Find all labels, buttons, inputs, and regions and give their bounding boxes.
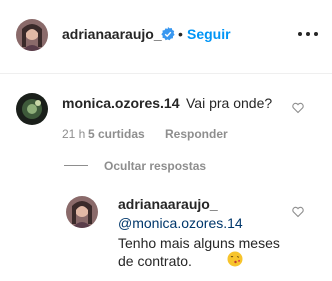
hide-replies-button[interactable]: Ocultar respostas xyxy=(104,159,206,173)
kissing-face-emoji-icon xyxy=(227,251,243,267)
reply-mention-link[interactable]: @monica.ozores.14 xyxy=(118,215,243,231)
separator-dot: • xyxy=(178,26,183,42)
reply-username[interactable]: adrianaaraujo_ xyxy=(118,196,218,212)
reply-author-avatar[interactable] xyxy=(66,196,98,228)
post-header: adrianaaraujo_ • Seguir xyxy=(0,0,332,74)
comment-likes-count[interactable]: 5 curtidas xyxy=(88,127,145,141)
author-username[interactable]: adrianaaraujo_ xyxy=(62,26,162,42)
reply-text-line-1: Tenho mais alguns meses xyxy=(118,235,280,251)
commenter-username[interactable]: monica.ozores.14 xyxy=(62,95,180,111)
heart-icon[interactable] xyxy=(292,206,304,218)
comment-text: Vai pra onde? xyxy=(186,95,273,111)
commenter-avatar[interactable] xyxy=(16,93,48,125)
verified-badge-icon xyxy=(161,27,175,41)
replies-divider xyxy=(64,165,88,166)
comment-timestamp[interactable]: 21 h xyxy=(62,127,85,141)
more-options-icon[interactable] xyxy=(298,27,318,41)
heart-icon[interactable] xyxy=(292,102,304,114)
author-avatar[interactable] xyxy=(16,19,48,51)
follow-button[interactable]: Seguir xyxy=(187,26,231,42)
reply-button[interactable]: Responder xyxy=(165,127,228,141)
reply-text-line-2: de contrato. xyxy=(118,253,192,269)
